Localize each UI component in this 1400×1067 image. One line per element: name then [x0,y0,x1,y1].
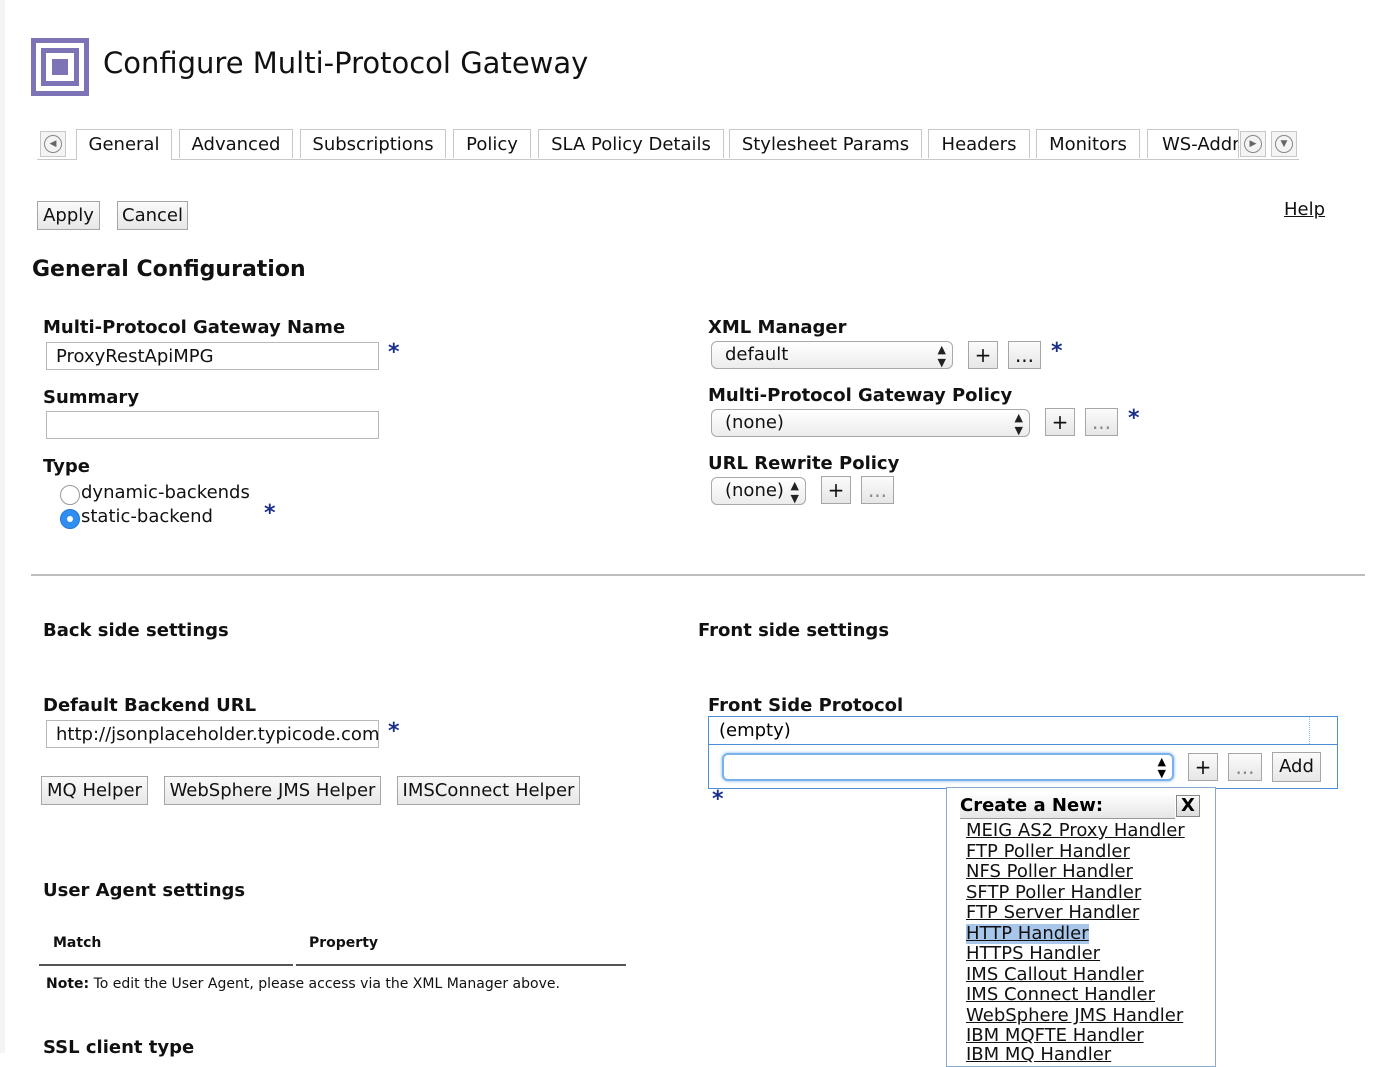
create-item-websphere-jms-handler[interactable]: WebSphere JMS Handler [966,1006,1183,1026]
column-header-property: Property [309,935,379,951]
note-label: Note: [46,976,90,992]
table-header-divider [296,964,626,966]
xml-manager-edit-button[interactable]: ... [1008,341,1041,369]
summary-label: Summary [43,387,140,408]
create-item-ibm-mqfte-handler[interactable]: IBM MQFTE Handler [966,1026,1144,1046]
front-side-protocol-empty: (empty) [719,720,791,741]
required-marker: * [388,719,400,744]
required-marker: * [264,501,276,526]
required-marker: * [712,787,724,812]
cancel-button[interactable]: Cancel [117,201,188,230]
apply-button[interactable]: Apply [37,201,100,230]
type-radio-static-backend[interactable] [60,509,80,529]
url-rewrite-policy-select[interactable]: (none) ▲ ▼ [711,477,806,505]
create-item-ftp-server-handler[interactable]: FTP Server Handler [966,903,1139,923]
type-label: Type [43,456,90,477]
gateway-name-label: Multi-Protocol Gateway Name [43,317,346,338]
front-side-protocol-new-button[interactable]: + [1188,753,1218,781]
select-arrows-icon: ▲ ▼ [1157,755,1166,780]
front-side-protocol-select[interactable]: ▲ ▼ [722,753,1174,781]
required-marker: * [388,340,400,365]
create-item-sftp-poller-handler[interactable]: SFTP Poller Handler [966,883,1141,903]
left-border [0,0,5,1053]
column-header-match: Match [53,935,102,951]
popup-close-button[interactable]: X [1176,795,1200,817]
type-option-label: static-backend [81,506,213,527]
xml-manager-select[interactable]: default ▲ ▼ [711,341,953,369]
user-agent-settings-heading: User Agent settings [43,880,246,901]
section-divider [31,574,1365,576]
select-arrows-icon: ▲ ▼ [790,479,799,505]
help-link[interactable]: Help [1284,199,1325,220]
url-rewrite-add-button[interactable]: + [821,476,851,504]
url-rewrite-policy-value: (none) [725,480,784,501]
page-title: Configure Multi-Protocol Gateway [103,46,589,80]
create-new-popup-title: Create a New: [960,793,1175,819]
user-agent-note: Note: To edit the User Agent, please acc… [46,976,560,992]
mpg-policy-value: (none) [725,412,784,433]
mpg-policy-add-button[interactable]: + [1045,408,1075,436]
gateway-name-input[interactable]: ProxyRestApiMPG [46,342,379,370]
create-item-ftp-poller-handler[interactable]: FTP Poller Handler [966,842,1130,862]
general-configuration-heading: General Configuration [32,257,306,282]
tab-scroll-left-button[interactable]: ◀ [40,131,66,157]
imsconnect-helper-button[interactable]: IMSConnect Helper [397,776,580,805]
create-item-ibm-mq-handler[interactable]: IBM MQ Handler [966,1045,1111,1065]
tab-general[interactable]: General [76,129,172,160]
chevron-right-icon: ▶ [1244,135,1262,153]
create-item-ims-callout-handler[interactable]: IMS Callout Handler [966,965,1144,985]
tab-monitors[interactable]: Monitors [1036,129,1140,158]
mpg-policy-select[interactable]: (none) ▲ ▼ [711,409,1030,437]
create-item-https-handler[interactable]: HTTPS Handler [966,944,1100,964]
ssl-client-type-heading: SSL client type [43,1037,195,1058]
create-item-http-handler[interactable]: HTTP Handler [966,924,1089,944]
websphere-jms-helper-button[interactable]: WebSphere JMS Helper [164,776,381,805]
tab-headers[interactable]: Headers [928,129,1030,158]
mpg-policy-label: Multi-Protocol Gateway Policy [708,385,1013,406]
xml-manager-value: default [725,344,789,365]
default-backend-url-input[interactable]: http://jsonplaceholder.typicode.com [46,720,379,748]
required-marker: * [1128,406,1140,431]
xml-manager-label: XML Manager [708,317,847,338]
type-radio-dynamic-backends[interactable] [60,485,80,505]
tab-ws-addressing[interactable]: WS-Addr [1147,129,1239,158]
front-side-settings-heading: Front side settings [698,620,890,641]
front-side-protocol-label: Front Side Protocol [708,695,904,716]
default-backend-url-label: Default Backend URL [43,695,257,716]
create-item-nfs-poller-handler[interactable]: NFS Poller Handler [966,862,1133,882]
url-rewrite-policy-label: URL Rewrite Policy [708,453,900,474]
xml-manager-add-button[interactable]: + [968,341,998,369]
tab-advanced[interactable]: Advanced [179,129,293,158]
create-item-meig-as2-proxy-handler[interactable]: MEIG AS2 Proxy Handler [966,821,1185,841]
url-rewrite-edit-button[interactable]: ... [861,476,894,504]
select-arrows-icon: ▲ ▼ [1014,411,1023,437]
tab-subscriptions[interactable]: Subscriptions [300,129,446,158]
front-side-protocol-list[interactable]: (empty) [708,716,1338,745]
note-text: To edit the User Agent, please access vi… [89,976,560,992]
tab-stylesheet-params[interactable]: Stylesheet Params [729,129,922,158]
mq-helper-button[interactable]: MQ Helper [41,776,148,805]
mpg-policy-edit-button[interactable]: ... [1085,408,1118,436]
front-side-protocol-add-button[interactable]: Add [1272,752,1321,782]
tab-sla-policy-details[interactable]: SLA Policy Details [538,129,724,158]
chevron-down-icon: ▼ [1275,135,1293,153]
required-marker: * [1051,339,1063,364]
summary-input[interactable] [46,411,379,439]
create-item-ims-connect-handler[interactable]: IMS Connect Handler [966,985,1155,1005]
app-logo-icon [31,38,89,96]
select-arrows-icon: ▲ ▼ [937,343,946,369]
tab-scroll-right-button[interactable]: ▶ [1240,131,1266,157]
tab-policy[interactable]: Policy [453,129,531,158]
type-option-label: dynamic-backends [81,482,250,503]
front-side-protocol-edit-button[interactable]: ... [1228,753,1262,781]
chevron-left-icon: ◀ [44,135,62,153]
table-header-divider [39,964,293,966]
tab-menu-button[interactable]: ▼ [1271,131,1297,157]
back-side-settings-heading: Back side settings [43,620,229,641]
